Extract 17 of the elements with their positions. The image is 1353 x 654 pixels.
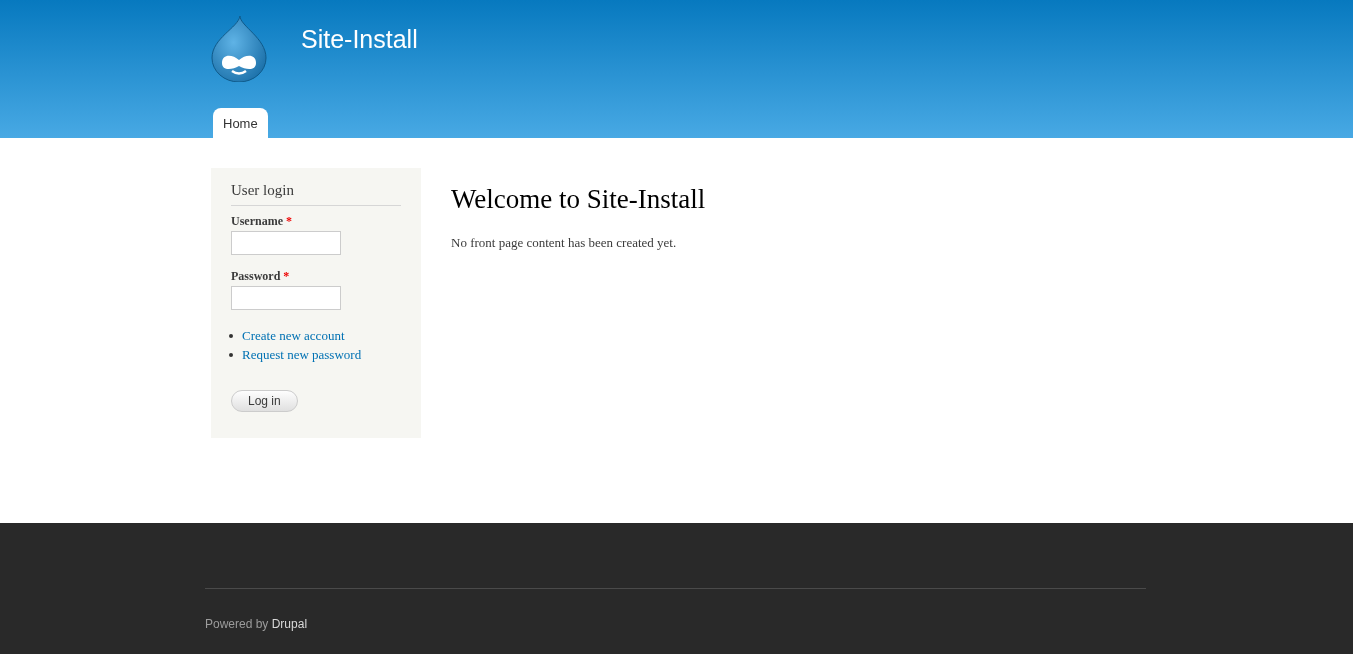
body-text: No front page content has been created yet. — [451, 235, 678, 251]
field-label: Password * — [231, 269, 291, 284]
block-title: User login — [231, 182, 401, 206]
field-label: Username * — [231, 214, 293, 229]
login-button[interactable]: Log in — [231, 390, 298, 412]
footer-text: Powered by Drupal — [205, 617, 309, 631]
input-field[interactable] — [231, 231, 341, 255]
input-field[interactable] — [231, 286, 341, 310]
text-link[interactable]: Create new account — [242, 328, 345, 344]
water-drop-logo-icon[interactable] — [210, 16, 268, 82]
bullet-icon — [229, 334, 233, 338]
footer-link[interactable]: Drupal — [271, 617, 308, 631]
page-title: Welcome to Site-Install — [451, 184, 706, 215]
bullet-icon — [229, 353, 233, 357]
site-name[interactable]: Site-Install — [301, 24, 418, 54]
text-link[interactable]: Request new password — [242, 347, 362, 363]
nav-tab[interactable]: Home — [213, 108, 268, 138]
